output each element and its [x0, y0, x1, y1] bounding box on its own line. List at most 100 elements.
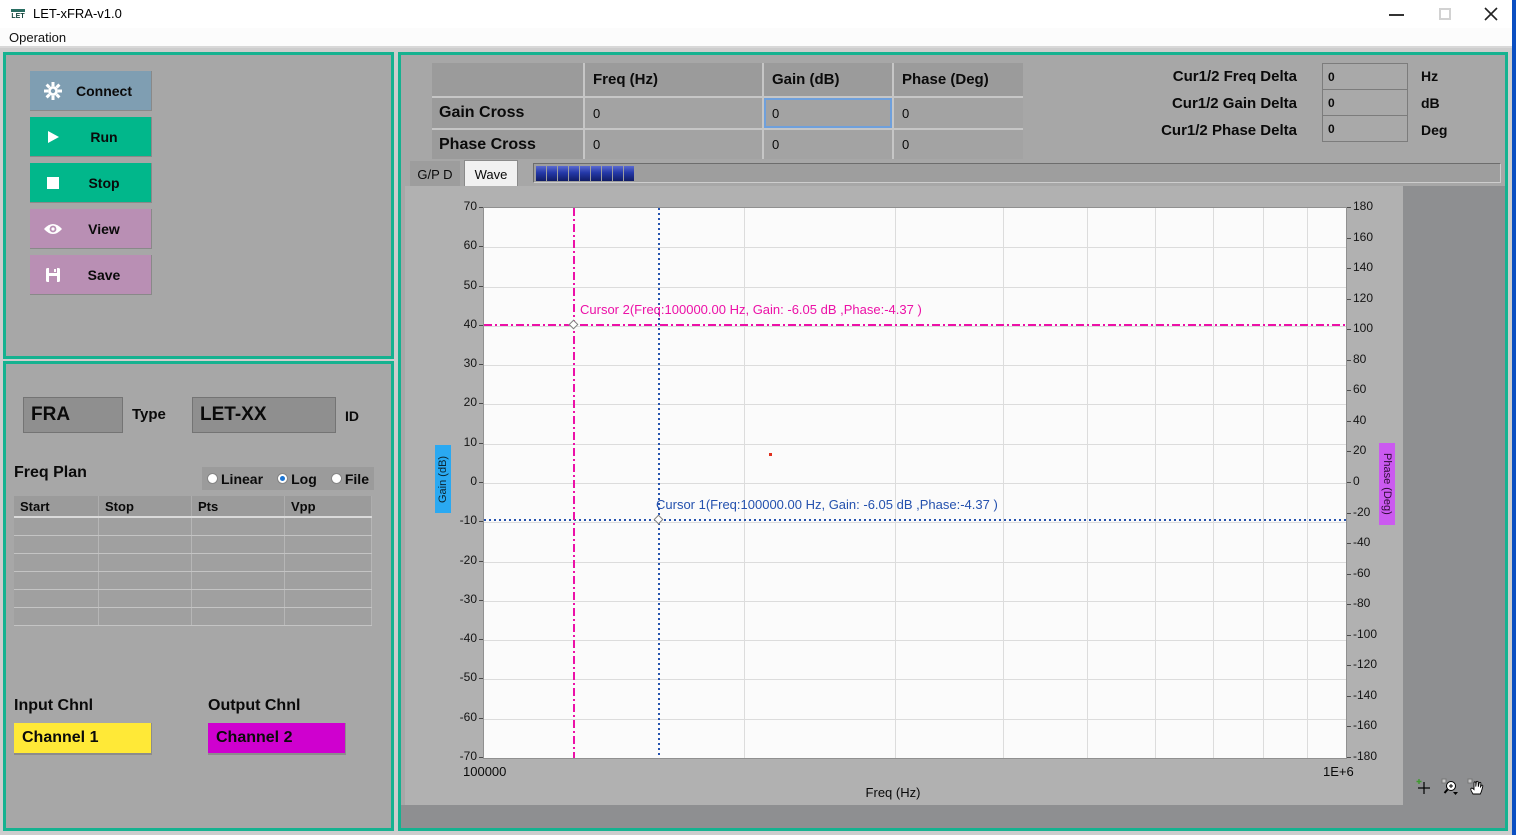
freq-plan-cell[interactable]: [14, 590, 99, 607]
phase-tick-label: 100: [1353, 321, 1373, 335]
connect-button[interactable]: Connect: [30, 71, 152, 111]
freq-plan-cell[interactable]: [285, 572, 372, 589]
gain-tick-mark: [479, 600, 483, 601]
data-point: [769, 453, 772, 456]
freq-plan-cell[interactable]: [14, 554, 99, 571]
maximize-icon[interactable]: [1432, 2, 1458, 26]
gain-tick-label: -50: [443, 670, 477, 684]
freq-plan-cell[interactable]: [192, 572, 285, 589]
freq-plan-cell[interactable]: [99, 608, 192, 625]
phase-cross-phase[interactable]: 0: [894, 130, 1023, 159]
gain-delta-label: Cur1/2 Gain Delta: [1037, 95, 1297, 112]
cursor-2-marker[interactable]: [569, 320, 579, 330]
cross-col-freq: Freq (Hz): [585, 63, 762, 96]
cursor-1-vline[interactable]: [658, 208, 660, 758]
phase-cross-gain[interactable]: 0: [764, 130, 892, 159]
cursor-1-hline[interactable]: [484, 519, 1346, 521]
freq-plan-cell[interactable]: [99, 590, 192, 607]
cursor-2-hline[interactable]: [484, 324, 1346, 326]
freq-plan-row: [14, 572, 372, 590]
freq-plan-cell[interactable]: [192, 518, 285, 535]
save-button[interactable]: Save: [30, 255, 152, 295]
freq-plan-cell[interactable]: [99, 572, 192, 589]
phase-tick-mark: [1347, 696, 1351, 697]
radio-log[interactable]: Log: [277, 471, 317, 487]
gain-tick-label: -60: [443, 710, 477, 724]
freq-plan-cell[interactable]: [192, 554, 285, 571]
freq-plan-cell[interactable]: [285, 590, 372, 607]
gain-tick-mark: [479, 561, 483, 562]
type-label: Type: [132, 406, 166, 423]
freq-plan-cell[interactable]: [14, 518, 99, 535]
gain-delta-field[interactable]: 0: [1322, 89, 1408, 116]
gain-cross-phase[interactable]: 0: [894, 98, 1023, 128]
pan-tool-icon[interactable]: [1467, 778, 1485, 796]
freq-plan-cell[interactable]: [14, 572, 99, 589]
gridline-horizontal: [484, 444, 1346, 445]
gain-tick-label: -70: [443, 749, 477, 763]
freq-plan-cell[interactable]: [192, 536, 285, 553]
phase-cross-label: Phase Cross: [432, 130, 583, 159]
freq-delta-label: Cur1/2 Freq Delta: [1037, 68, 1297, 85]
freq-plan-cell[interactable]: [99, 554, 192, 571]
run-button[interactable]: Run: [30, 117, 152, 157]
input-channel-select[interactable]: Channel 1: [14, 723, 152, 755]
gridline-horizontal: [484, 326, 1346, 327]
run-button-label: Run: [63, 129, 145, 145]
view-button[interactable]: View: [30, 209, 152, 249]
radio-file-dot[interactable]: [331, 473, 342, 484]
tab-gpd[interactable]: G/P D: [410, 161, 460, 188]
stop-button[interactable]: Stop: [30, 163, 152, 203]
eye-icon: [43, 219, 63, 239]
radio-file[interactable]: File: [331, 471, 369, 487]
freq-delta-field[interactable]: 0: [1322, 63, 1408, 90]
id-field[interactable]: LET-XX: [192, 397, 336, 433]
gridline-horizontal: [484, 365, 1346, 366]
gain-tick-mark: [479, 325, 483, 326]
close-icon[interactable]: [1477, 2, 1505, 26]
cursor-1-readout: Cursor 1(Freq:100000.00 Hz, Gain: -6.05 …: [656, 497, 998, 512]
phase-tick-mark: [1347, 635, 1351, 636]
desktop-background-sliver: [1512, 0, 1516, 835]
phase-tick-mark: [1347, 513, 1351, 514]
x-tick-min: 100000: [463, 764, 506, 779]
freq-plan-cell[interactable]: [99, 536, 192, 553]
gain-cross-gain[interactable]: 0: [764, 98, 892, 128]
radio-log-dot[interactable]: [277, 473, 288, 484]
freq-plan-cell[interactable]: [192, 608, 285, 625]
zoom-tool-icon[interactable]: [1441, 778, 1459, 796]
freq-plan-cell[interactable]: [14, 608, 99, 625]
freq-plan-cell[interactable]: [99, 518, 192, 535]
freq-plan-row: [14, 590, 372, 608]
phase-tick-label: -60: [1353, 566, 1370, 580]
tab-wave[interactable]: Wave: [464, 160, 518, 188]
gain-tick-mark: [479, 443, 483, 444]
gain-cross-freq[interactable]: 0: [585, 98, 762, 128]
minimize-icon[interactable]: [1384, 2, 1410, 26]
floppy-icon: [43, 265, 63, 285]
freq-plan-cell[interactable]: [192, 590, 285, 607]
save-button-label: Save: [63, 267, 145, 283]
freq-plan-cell[interactable]: [14, 536, 99, 553]
progress-segment: [624, 166, 634, 181]
freq-plan-cell[interactable]: [285, 536, 372, 553]
phase-delta-field[interactable]: 0: [1322, 115, 1408, 142]
phase-cross-freq[interactable]: 0: [585, 130, 762, 159]
freq-plan-cell[interactable]: [285, 608, 372, 625]
cursor-2-readout: Cursor 2(Freq:100000.00 Hz, Gain: -6.05 …: [580, 302, 922, 317]
cursor-2-vline[interactable]: [573, 208, 575, 758]
output-channel-select[interactable]: Channel 2: [208, 723, 346, 755]
menu-item-operation[interactable]: Operation: [0, 28, 66, 48]
type-field[interactable]: FRA: [23, 397, 123, 433]
radio-linear-dot[interactable]: [207, 473, 218, 484]
cursor-tool-icon[interactable]: [1415, 778, 1433, 796]
radio-log-label: Log: [291, 471, 317, 487]
freq-plan-cell[interactable]: [285, 518, 372, 535]
radio-linear[interactable]: Linear: [207, 471, 263, 487]
gain-tick-label: -10: [443, 513, 477, 527]
gridline-horizontal: [484, 522, 1346, 523]
freq-plan-cell[interactable]: [285, 554, 372, 571]
x-axis-title: Freq (Hz): [833, 785, 953, 800]
freq-plan-row: [14, 536, 372, 554]
phase-tick-mark: [1347, 390, 1351, 391]
